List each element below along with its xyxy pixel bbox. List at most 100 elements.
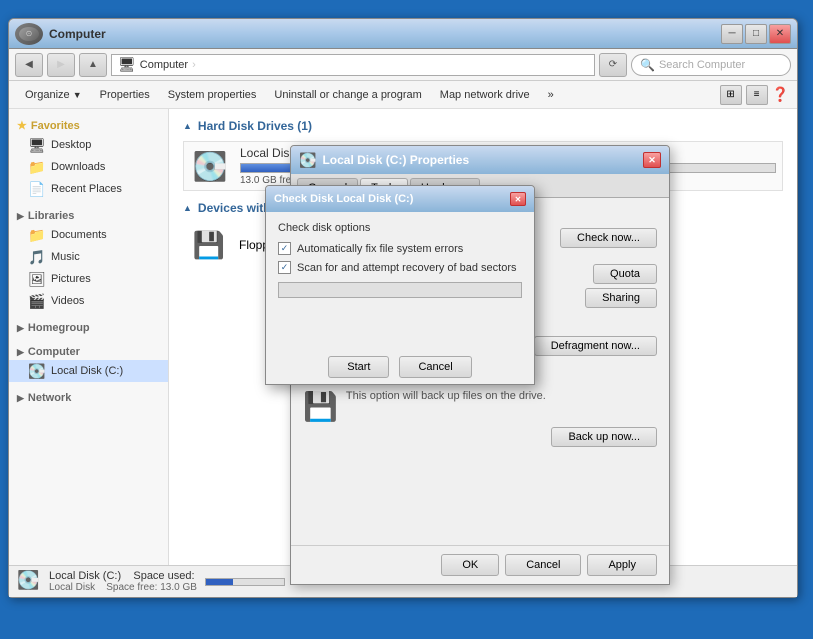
view-list-button[interactable]: ≡ <box>746 85 768 105</box>
sidebar-item-recent[interactable]: 📄 Recent Places <box>9 178 168 200</box>
address-input[interactable]: 🖥 Computer › <box>111 54 595 76</box>
window-icon: ⊙ <box>15 23 43 45</box>
sidebar-section-homegroup: ▶ Homegroup <box>9 320 168 336</box>
sidebar-item-local-disk[interactable]: 💽 Local Disk (C:) <box>9 360 168 382</box>
sidebar-item-documents[interactable]: 📁 Documents <box>9 224 168 246</box>
toolbar-right: ⊞ ≡ ❓ <box>720 85 789 105</box>
sidebar-header-favorites[interactable]: ★ Favorites <box>9 117 168 134</box>
sharing-button[interactable]: Sharing <box>585 288 657 308</box>
search-box[interactable]: 🔍 Search Computer <box>631 54 791 76</box>
properties-title-controls: ✕ <box>643 152 661 168</box>
quota-button[interactable]: Quota <box>593 264 657 284</box>
close-button[interactable]: ✕ <box>769 24 791 44</box>
check-disk-body: Check disk options ✓ Automatically fix f… <box>266 212 534 350</box>
check-option-1-label: Automatically fix file system errors <box>297 243 463 255</box>
check-disk-cancel-button[interactable]: Cancel <box>399 356 471 378</box>
properties-close-button[interactable]: ✕ <box>643 152 661 168</box>
check-option-2-label: Scan for and attempt recovery of bad sec… <box>297 262 517 274</box>
help-button[interactable]: ❓ <box>772 86 789 103</box>
status-disk-info: Local Disk (C:) Space used: Local Disk S… <box>49 570 197 593</box>
homegroup-arrow-icon: ▶ <box>17 323 24 334</box>
refresh-button[interactable]: ⟳ <box>599 53 627 77</box>
status-disk-type: Local Disk Space free: 13.0 GB <box>49 582 197 593</box>
title-bar-controls: ─ □ ✕ <box>721 24 791 44</box>
local-disk-hdd-icon: 💽 <box>190 148 230 184</box>
check-disk-dialog: Check Disk Local Disk (C:) ✕ Check disk … <box>265 185 535 385</box>
sidebar-header-libraries[interactable]: ▶ Libraries <box>9 208 168 224</box>
sidebar-item-desktop[interactable]: 🖥 Desktop <box>9 134 168 156</box>
documents-icon: 📁 <box>29 227 45 243</box>
properties-footer: OK Cancel Apply <box>291 545 669 584</box>
check-option-2-row: ✓ Scan for and attempt recovery of bad s… <box>278 261 522 274</box>
restore-button[interactable]: □ <box>745 24 767 44</box>
properties-apply-button[interactable]: Apply <box>587 554 657 576</box>
toolbar: Organize ▼ Properties System properties … <box>9 81 797 109</box>
properties-cancel-button[interactable]: Cancel <box>505 554 581 576</box>
search-placeholder: Search Computer <box>659 59 745 71</box>
desktop-icon: 🖥 <box>29 137 45 153</box>
backup-row: 💾 This option will back up files on the … <box>303 390 657 423</box>
sidebar-item-music[interactable]: 🎵 Music <box>9 246 168 268</box>
hard-disk-section-title: Hard Disk Drives (1) <box>183 119 783 133</box>
organize-button[interactable]: Organize ▼ <box>17 87 90 103</box>
check-disk-title-bar: Check Disk Local Disk (C:) ✕ <box>266 186 534 212</box>
map-network-button[interactable]: Map network drive <box>432 87 538 103</box>
backup-icon: 💾 <box>303 390 338 423</box>
sidebar-section-network: ▶ Network <box>9 390 168 406</box>
uninstall-button[interactable]: Uninstall or change a program <box>266 87 429 103</box>
status-disk-item: 💽 Local Disk (C:) Space used: Local Disk… <box>17 570 285 594</box>
status-disk-name: Local Disk (C:) Space used: <box>49 570 197 582</box>
libraries-arrow-icon: ▶ <box>17 211 24 222</box>
properties-button[interactable]: Properties <box>92 87 158 103</box>
forward-button[interactable]: ▶ <box>47 53 75 77</box>
sidebar-section-favorites: ★ Favorites 🖥 Desktop 📁 Downloads 📄 Rece… <box>9 117 168 200</box>
check-disk-options-title: Check disk options <box>278 222 522 234</box>
sidebar-item-pictures[interactable]: 🖼 Pictures <box>9 268 168 290</box>
videos-icon: 🎬 <box>29 293 45 309</box>
up-button[interactable]: ▲ <box>79 53 107 77</box>
address-computer: Computer <box>140 59 188 71</box>
system-properties-button[interactable]: System properties <box>160 87 265 103</box>
view-toggle-button[interactable]: ⊞ <box>720 85 742 105</box>
favorites-star-icon: ★ <box>17 119 27 132</box>
properties-ok-button[interactable]: OK <box>441 554 499 576</box>
backup-now-button[interactable]: Back up now... <box>551 427 657 447</box>
status-bar-fill <box>206 579 233 585</box>
check-option-2-checkbox[interactable]: ✓ <box>278 261 291 274</box>
local-disk-icon: 💽 <box>29 363 45 379</box>
minimize-button[interactable]: ─ <box>721 24 743 44</box>
check-disk-title-controls: ✕ <box>510 192 526 206</box>
check-disk-progress <box>278 282 522 298</box>
network-arrow-icon: ▶ <box>17 393 24 404</box>
computer-arrow-icon: ▶ <box>17 347 24 358</box>
sidebar-header-homegroup[interactable]: ▶ Homegroup <box>9 320 168 336</box>
backup-desc: This option will back up files on the dr… <box>346 390 657 402</box>
check-now-button[interactable]: Check now... <box>560 228 657 248</box>
sidebar-header-network[interactable]: ▶ Network <box>9 390 168 406</box>
check-option-1-checkbox[interactable]: ✓ <box>278 242 291 255</box>
check-disk-start-button[interactable]: Start <box>328 356 389 378</box>
music-icon: 🎵 <box>29 249 45 265</box>
sidebar: ★ Favorites 🖥 Desktop 📁 Downloads 📄 Rece… <box>9 109 169 565</box>
check-disk-close-button[interactable]: ✕ <box>510 192 526 206</box>
sidebar-section-libraries: ▶ Libraries 📁 Documents 🎵 Music 🖼 Pictur… <box>9 208 168 312</box>
floppy-icon: 💾 <box>189 227 229 263</box>
pictures-icon: 🖼 <box>29 271 45 287</box>
check-option-1-row: ✓ Automatically fix file system errors <box>278 242 522 255</box>
properties-dialog-title-bar: 💽 Local Disk (C:) Properties ✕ <box>291 146 669 174</box>
more-button[interactable]: » <box>540 87 562 103</box>
window-title: Computer <box>49 27 106 41</box>
status-disk-icon: 💽 <box>17 570 41 594</box>
sidebar-item-videos[interactable]: 🎬 Videos <box>9 290 168 312</box>
check-disk-footer: Start Cancel <box>266 350 534 384</box>
status-bar-progress <box>205 578 285 586</box>
recent-icon: 📄 <box>29 181 45 197</box>
address-bar: ◀ ▶ ▲ 🖥 Computer › ⟳ 🔍 Search Computer <box>9 49 797 81</box>
properties-dialog-title: Local Disk (C:) Properties <box>322 153 469 167</box>
sidebar-header-computer[interactable]: ▶ Computer <box>9 344 168 360</box>
sidebar-section-computer: ▶ Computer 💽 Local Disk (C:) <box>9 344 168 382</box>
title-bar: ⊙ Computer ─ □ ✕ <box>9 19 797 49</box>
defragment-now-button[interactable]: Defragment now... <box>534 336 657 356</box>
back-button[interactable]: ◀ <box>15 53 43 77</box>
sidebar-item-downloads[interactable]: 📁 Downloads <box>9 156 168 178</box>
